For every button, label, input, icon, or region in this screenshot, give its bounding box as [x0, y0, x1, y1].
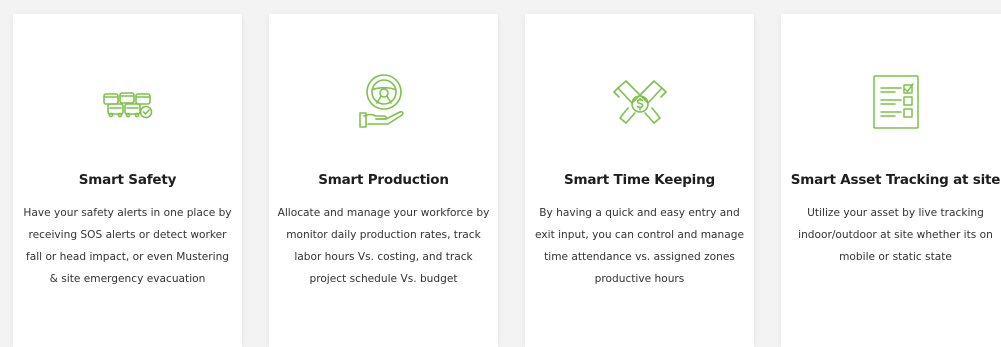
feature-title: Smart Production [318, 172, 449, 188]
feature-card-smart-production: Smart Production Allocate and manage you… [269, 14, 498, 347]
feature-title: Smart Safety [78, 172, 177, 188]
features-section: Smart Safety Have your safety alerts in … [0, 0, 1001, 347]
vehicles-fleet-icon [92, 66, 164, 138]
feature-description: Have your safety alerts in one place by … [23, 207, 232, 285]
feature-title: Smart Time Keeping [564, 172, 715, 188]
feature-card-smart-safety: Smart Safety Have your safety alerts in … [13, 14, 242, 347]
feature-card-smart-asset-tracking: Smart Asset Tracking at site Utilize you… [781, 14, 1001, 347]
feature-title: Smart Asset Tracking at site [790, 172, 1001, 188]
handshake-dollar-icon [604, 66, 676, 138]
feature-card-smart-time-keeping: Smart Time Keeping By having a quick and… [525, 14, 754, 347]
steering-wheel-hand-icon [348, 66, 420, 138]
feature-description: Allocate and manage your workforce by mo… [277, 207, 490, 285]
feature-description: Utilize your asset by live tracking indo… [798, 207, 993, 263]
checklist-icon [860, 66, 932, 138]
feature-description: By having a quick and easy entry and exi… [535, 207, 744, 285]
